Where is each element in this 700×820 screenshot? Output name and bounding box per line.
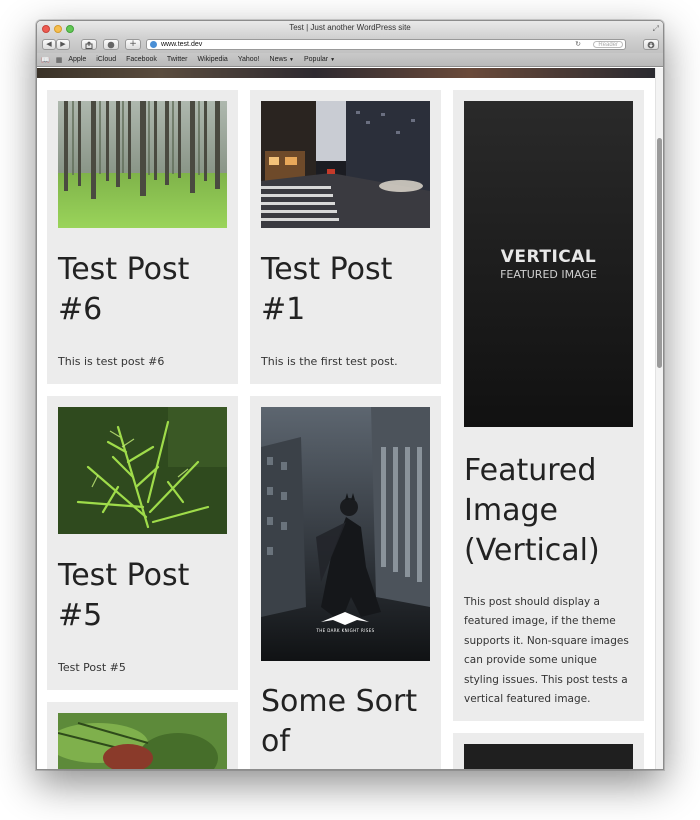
downloads-button[interactable]	[643, 39, 659, 50]
globe-icon	[150, 41, 157, 48]
post-title[interactable]: Test Post #5	[58, 556, 230, 636]
post-title[interactable]: Test Post #1	[261, 250, 433, 330]
address-bar[interactable]: www.test.dev ↻ Reader	[146, 39, 626, 50]
chevron-down-icon: ▼	[289, 57, 294, 63]
bookmark-popular-label: Popular	[303, 56, 329, 63]
back-button[interactable]: ◀	[42, 39, 56, 50]
forward-button[interactable]: ▶	[56, 39, 70, 50]
vertical-image-line1: VERTICAL	[500, 247, 597, 267]
post-card[interactable]: Test Post #1 This is the first test post…	[250, 90, 441, 384]
bookmarks-book-icon[interactable]: 📖	[41, 56, 50, 64]
post-card[interactable]: VERTICAL FEATURED IMAGE Featured Image (…	[453, 90, 644, 721]
download-icon	[647, 41, 655, 49]
bookmark-yahoo[interactable]: Yahoo!	[238, 56, 260, 63]
post-card[interactable]	[453, 733, 644, 769]
post-thumbnail-vertical-featured[interactable]: VERTICAL FEATURED IMAGE	[464, 101, 633, 427]
post-title[interactable]: Featured Image (Vertical)	[464, 451, 636, 571]
plus-icon: +	[129, 39, 137, 49]
vertical-image-line2: FEATURED IMAGE	[500, 268, 597, 281]
page-scrollbar[interactable]	[655, 68, 663, 769]
window-title: Test | Just another WordPress site	[289, 23, 411, 32]
post-card[interactable]: THE DARK KNIGHT RISES Some Sort of	[250, 396, 441, 769]
bookmark-apple[interactable]: Apple	[68, 56, 86, 63]
scrollbar-thumb[interactable]	[657, 138, 662, 368]
fullscreen-icon[interactable]: ⤢	[653, 24, 659, 34]
chevron-down-icon: ▼	[330, 57, 336, 63]
bookmark-twitter[interactable]: Twitter	[167, 56, 188, 63]
page-viewport: Test Post #6 This is test post #6 Test P…	[37, 68, 663, 769]
post-excerpt: Test Post #5	[58, 661, 126, 674]
url-text[interactable]: www.test.dev	[161, 40, 202, 49]
poster-caption: THE DARK KNIGHT RISES	[316, 628, 375, 633]
site-header-image	[37, 68, 655, 78]
bookmark-news[interactable]: News ▼	[270, 56, 294, 63]
post-excerpt: This is test post #6	[58, 355, 165, 368]
top-sites-button[interactable]	[103, 39, 119, 50]
post-excerpt: This is the first test post.	[261, 355, 398, 368]
post-title[interactable]: Test Post #6	[58, 250, 230, 330]
top-sites-icon	[107, 41, 115, 49]
post-excerpt: This post should display a featured imag…	[464, 596, 629, 706]
bookmark-news-label: News	[269, 56, 288, 63]
post-thumbnail-green-plant[interactable]	[58, 713, 227, 769]
bookmark-wikipedia[interactable]: Wikipedia	[197, 56, 227, 63]
post-thumbnail-fern-leaves[interactable]	[58, 407, 227, 534]
browser-toolbar: ◀ ▶ + www.test.dev ↻ Reader	[37, 37, 663, 53]
reader-button[interactable]: Reader	[593, 41, 623, 48]
bookmark-popular[interactable]: Popular ▼	[304, 56, 335, 63]
bookmarks-grid-icon[interactable]: ▦	[56, 56, 63, 64]
reload-icon[interactable]: ↻	[575, 40, 581, 49]
post-thumbnail-forest[interactable]	[58, 101, 227, 228]
bookmark-icloud[interactable]: iCloud	[96, 56, 116, 63]
browser-window: Test | Just another WordPress site ⤢ ◀ ▶…	[36, 20, 664, 770]
bookmark-facebook[interactable]: Facebook	[126, 56, 157, 63]
new-tab-button[interactable]: +	[125, 39, 141, 50]
share-icon	[85, 41, 93, 49]
title-bar: Test | Just another WordPress site ⤢	[37, 21, 663, 37]
post-thumbnail-city-street[interactable]	[261, 101, 430, 228]
post-card[interactable]	[47, 702, 238, 769]
post-card[interactable]: Test Post #5 Test Post #5	[47, 396, 238, 690]
post-title[interactable]: Some Sort of	[261, 682, 433, 762]
bookmarks-bar: 📖 ▦ Apple iCloud Facebook Twitter Wikipe…	[37, 53, 663, 67]
share-button[interactable]	[81, 39, 97, 50]
post-card[interactable]: Test Post #6 This is test post #6	[47, 90, 238, 384]
post-thumbnail-dark-knight-poster[interactable]: THE DARK KNIGHT RISES	[261, 407, 430, 661]
post-thumbnail-dark-image[interactable]	[464, 744, 633, 769]
